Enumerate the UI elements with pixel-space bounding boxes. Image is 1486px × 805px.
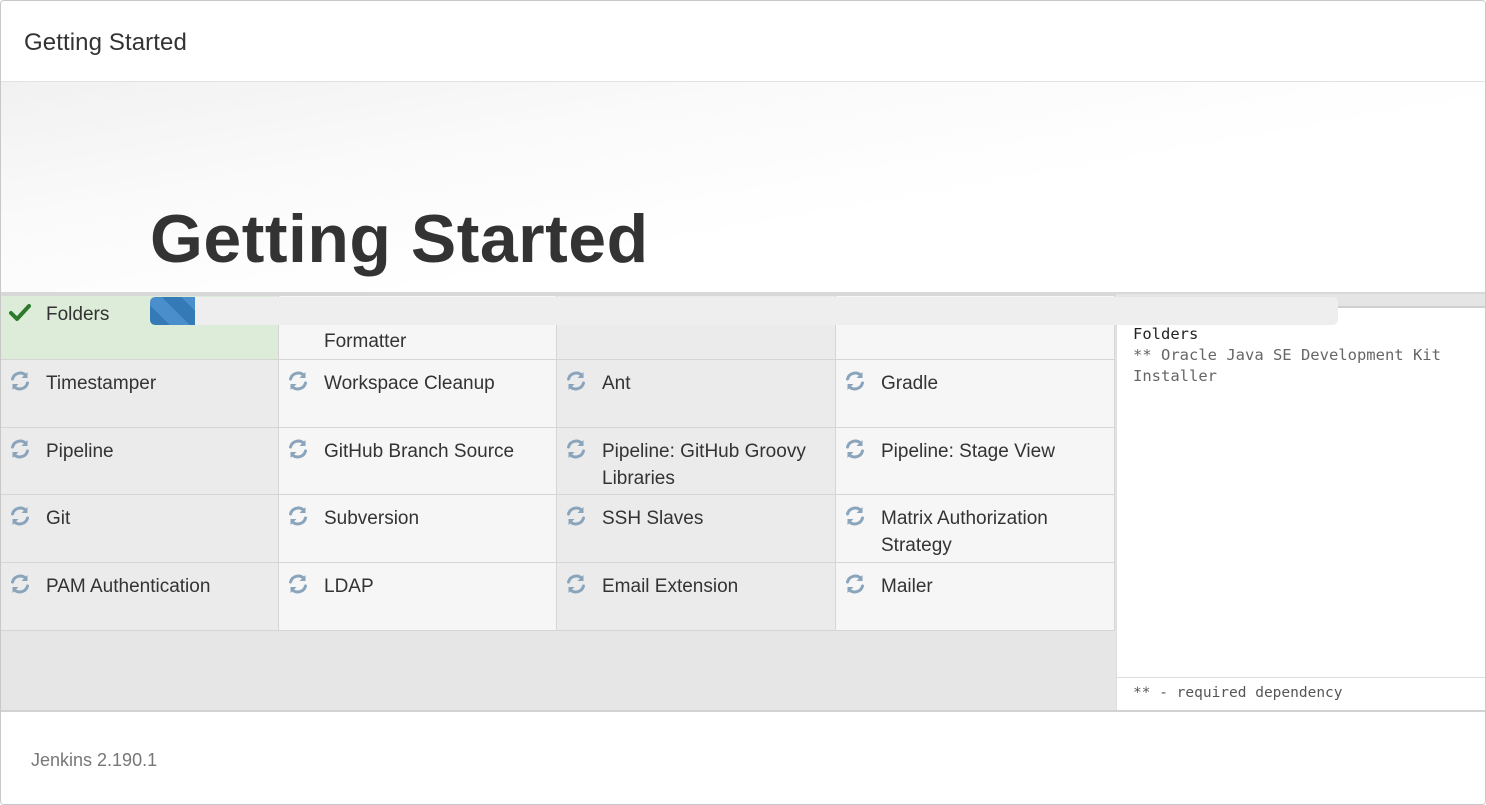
refresh-icon <box>564 504 588 528</box>
plugin-item: Git <box>1 495 279 563</box>
install-log-panel[interactable]: Folders ** Oracle Java SE Development Kit… <box>1116 308 1485 710</box>
plugin-item: Gradle <box>836 360 1115 428</box>
plugin-item: GitHub Branch Source <box>279 428 557 495</box>
plugin-label: Matrix Authorization Strategy <box>881 508 1048 556</box>
plugin-label: Workspace Cleanup <box>324 373 495 394</box>
refresh-icon <box>8 572 32 596</box>
plugin-label: LDAP <box>324 576 374 597</box>
plugin-item: Ant <box>557 360 836 428</box>
plugin-item: Pipeline: GitHub Groovy Libraries <box>557 428 836 495</box>
refresh-icon <box>286 572 310 596</box>
plugin-label: Pipeline: GitHub Groovy Libraries <box>602 441 806 489</box>
plugin-item: Matrix Authorization Strategy <box>836 495 1115 563</box>
plugin-label: Subversion <box>324 508 420 529</box>
refresh-icon <box>564 437 588 461</box>
install-log: Folders ** Oracle Java SE Development Kit… <box>1133 324 1441 387</box>
plugin-label: Git <box>46 508 71 529</box>
plugin-label: SSH Slaves <box>602 508 704 529</box>
plugin-label: Formatter <box>324 331 407 352</box>
refresh-icon <box>843 437 867 461</box>
legend-text: ** - required dependency <box>1133 685 1343 701</box>
plugin-item: Pipeline <box>1 428 279 495</box>
plugin-item: Timestamper <box>1 360 279 428</box>
hero-title: Getting Started <box>150 201 649 277</box>
refresh-icon <box>286 437 310 461</box>
plugin-item: Mailer <box>836 563 1115 631</box>
plugin-item: Pipeline: Stage View <box>836 428 1115 495</box>
plugin-label: Pipeline <box>46 441 114 462</box>
jenkins-version: Jenkins 2.190.1 <box>31 750 158 770</box>
log-line-dependency-cont: Installer <box>1133 367 1217 385</box>
install-progress-bar <box>150 297 1338 325</box>
refresh-icon <box>843 572 867 596</box>
refresh-icon <box>843 369 867 393</box>
plugin-label: Pipeline: Stage View <box>881 441 1055 462</box>
plugin-item: Email Extension <box>557 563 836 631</box>
plugin-label: Mailer <box>881 576 933 597</box>
refresh-icon <box>564 572 588 596</box>
install-progress-fill <box>150 297 196 325</box>
refresh-icon <box>8 504 32 528</box>
plugin-label: Ant <box>602 373 631 394</box>
plugin-item: Workspace Cleanup <box>279 360 557 428</box>
refresh-icon <box>564 369 588 393</box>
plugin-label: Gradle <box>881 373 939 394</box>
log-line-current: Folders <box>1133 325 1199 343</box>
plugin-label: Email Extension <box>602 576 739 597</box>
plugin-item: PAM Authentication <box>1 563 279 631</box>
refresh-icon <box>286 504 310 528</box>
plugin-grid: Folders Formatter Timestamper Workspace Cle… <box>1 294 1116 710</box>
dialog-footer: Jenkins 2.190.1 <box>1 710 1485 804</box>
plugin-item: SSH Slaves <box>557 495 836 563</box>
dialog-title: Getting Started <box>24 29 187 56</box>
plugin-label: GitHub Branch Source <box>324 441 515 462</box>
dialog-header: Getting Started <box>1 1 1485 82</box>
plugin-label: Timestamper <box>46 373 157 394</box>
plugin-item: LDAP <box>279 563 557 631</box>
plugin-label: PAM Authentication <box>46 576 211 597</box>
refresh-icon <box>286 369 310 393</box>
plugin-item: Subversion <box>279 495 557 563</box>
log-line-dependency: ** Oracle Java SE Development Kit <box>1133 346 1441 364</box>
setup-wizard-dialog: Getting Started Getting Started Folders F… <box>0 0 1486 805</box>
refresh-icon <box>843 504 867 528</box>
refresh-icon <box>8 369 32 393</box>
refresh-icon <box>8 437 32 461</box>
dependency-legend: ** - required dependency <box>1117 677 1485 710</box>
hero-banner: Getting Started <box>1 82 1485 294</box>
check-icon <box>8 301 32 325</box>
